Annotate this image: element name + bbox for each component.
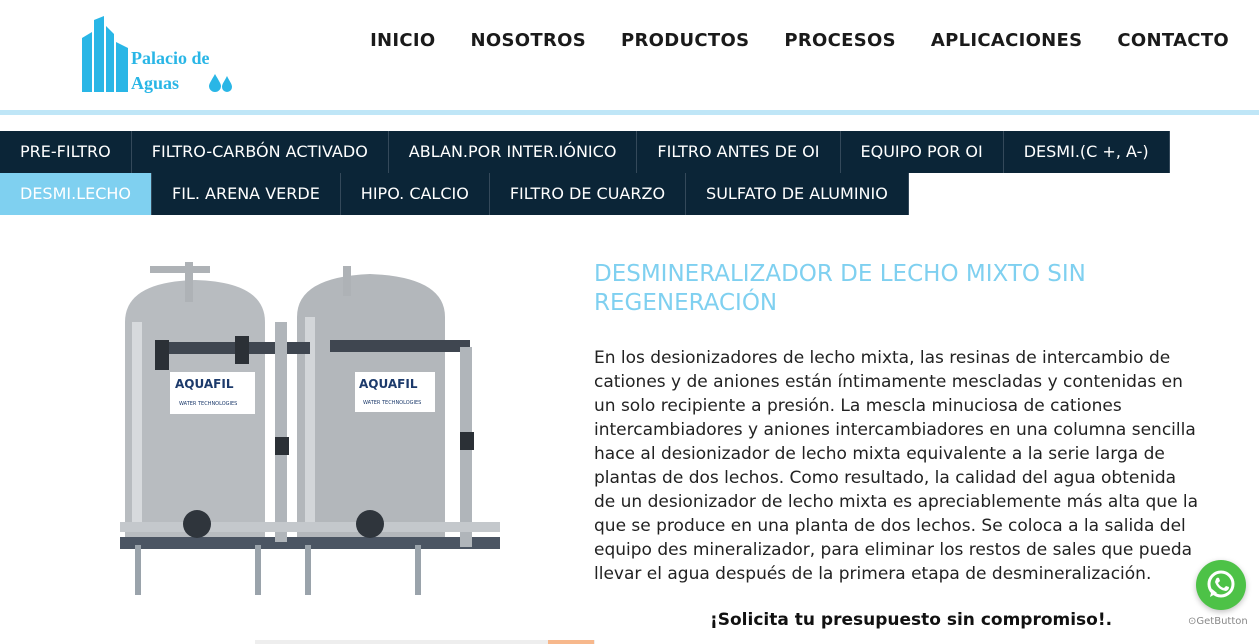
nav-procesos[interactable]: PROCESOS	[784, 30, 896, 51]
tab-sulfato-aluminio[interactable]: SULFATO DE ALUMINIO	[686, 173, 909, 215]
svg-text:WATER TECHNOLOGIES: WATER TECHNOLOGIES	[179, 401, 237, 407]
tab-row-2: DESMI.LECHO FIL. ARENA VERDE HIPO. CALCI…	[0, 173, 1259, 215]
header-divider	[0, 110, 1259, 115]
whatsapp-button[interactable]	[1196, 560, 1246, 610]
product-content: DESMINERALIZADOR DE LECHO MIXTO SIN REGE…	[594, 260, 1204, 586]
product-image: AQUAFIL WATER TECHNOLOGIES AQUAFIL WATER…	[120, 262, 500, 595]
tab-ablandador[interactable]: ABLAN.POR INTER.IÓNICO	[388, 131, 638, 173]
nav-inicio[interactable]: INICIO	[370, 30, 435, 51]
site-logo[interactable]: Palacio de Aguas	[80, 16, 250, 98]
cta-text: ¡Solicita tu presupuesto sin compromiso!…	[710, 610, 1113, 630]
product-description: En los desionizadores de lecho mixta, la…	[594, 348, 1199, 584]
tab-pre-filtro[interactable]: PRE-FILTRO	[0, 131, 132, 173]
whatsapp-icon	[1207, 570, 1235, 598]
tab-arena-verde[interactable]: FIL. ARENA VERDE	[152, 173, 341, 215]
getbutton-credit[interactable]: ⊙GetButton	[1188, 616, 1248, 627]
tab-filtro-carbon[interactable]: FILTRO-CARBÓN ACTIVADO	[131, 131, 389, 173]
nav-aplicaciones[interactable]: APLICACIONES	[931, 30, 1083, 51]
tab-hipo-calcio[interactable]: HIPO. CALCIO	[340, 173, 490, 215]
tab-row-1: PRE-FILTRO FILTRO-CARBÓN ACTIVADO ABLAN.…	[0, 131, 1259, 173]
nav-productos[interactable]: PRODUCTOS	[621, 30, 749, 51]
logo-line1: Palacio de	[131, 48, 210, 68]
tab-filtro-cuarzo[interactable]: FILTRO DE CUARZO	[489, 173, 687, 215]
building-logo-icon	[82, 16, 128, 92]
site-header: Palacio de Aguas INICIO NOSOTROS PRODUCT…	[0, 0, 1259, 112]
nav-contacto[interactable]: CONTACTO	[1117, 30, 1229, 51]
tab-desmi-ca[interactable]: DESMI.(C +, A-)	[1003, 131, 1170, 173]
bottom-accent	[548, 640, 594, 644]
tab-desmi-lecho[interactable]: DESMI.LECHO	[0, 173, 153, 215]
svg-text:AQUAFIL: AQUAFIL	[175, 377, 234, 391]
product-title: DESMINERALIZADOR DE LECHO MIXTO SIN REGE…	[594, 261, 1086, 316]
product-tabs: PRE-FILTRO FILTRO-CARBÓN ACTIVADO ABLAN.…	[0, 131, 1259, 215]
nav-nosotros[interactable]: NOSOTROS	[471, 30, 586, 51]
logo-line2: Aguas	[131, 73, 180, 93]
water-drops-icon	[209, 74, 232, 92]
svg-text:AQUAFIL: AQUAFIL	[359, 377, 418, 391]
svg-text:WATER TECHNOLOGIES: WATER TECHNOLOGIES	[363, 400, 421, 406]
tab-filtro-antes-oi[interactable]: FILTRO ANTES DE OI	[637, 131, 841, 173]
tab-equipo-oi[interactable]: EQUIPO POR OI	[840, 131, 1004, 173]
bottom-strip	[255, 640, 595, 644]
main-nav: INICIO NOSOTROS PRODUCTOS PROCESOS APLIC…	[335, 30, 1229, 51]
